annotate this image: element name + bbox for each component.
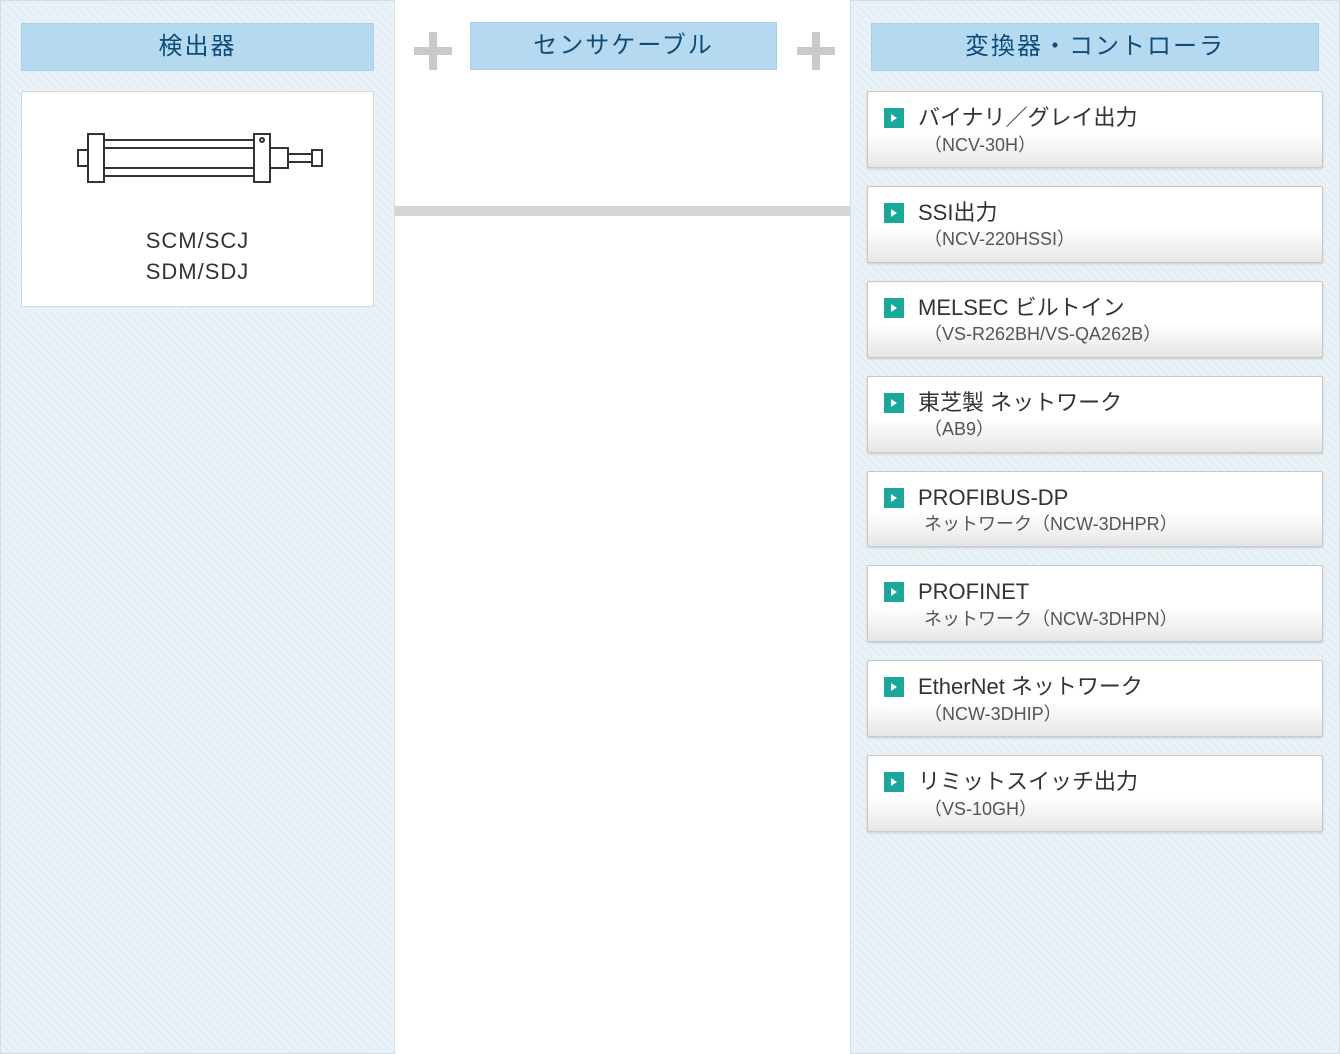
converter-column: 変換器・コントローラ バイナリ／グレイ出力（NCV-30H）SSI出力（NCV-… xyxy=(850,0,1340,1054)
converter-item[interactable]: 東芝製 ネットワーク（AB9） xyxy=(867,376,1323,453)
arrow-right-icon xyxy=(884,677,904,697)
arrow-right-icon xyxy=(884,203,904,223)
converter-item-sub: （VS-10GH） xyxy=(918,798,1308,821)
arrow-right-icon xyxy=(884,772,904,792)
arrow-right-icon xyxy=(884,108,904,128)
detector-column: 検出器 xyxy=(0,0,395,1054)
converter-item[interactable]: PROFIBUS-DPネットワーク（NCW-3DHPR） xyxy=(867,471,1323,548)
converter-item-sub: （NCV-220HSSI） xyxy=(918,228,1308,251)
converter-item-title: PROFINET xyxy=(918,578,1308,606)
detector-card[interactable]: SCM/SCJ SDM/SDJ xyxy=(21,91,374,307)
converter-heading: 変換器・コントローラ xyxy=(871,23,1319,71)
converter-item-title: PROFIBUS-DP xyxy=(918,484,1308,512)
converter-item-title: SSI出力 xyxy=(918,199,1308,227)
connector-bar xyxy=(395,206,850,216)
converter-list: バイナリ／グレイ出力（NCV-30H） SSI出力（NCV-220HSSI） MEL… xyxy=(851,71,1339,832)
converter-item-sub: ネットワーク（NCW-3DHPN） xyxy=(918,608,1308,631)
cable-heading: センサケーブル xyxy=(470,22,777,70)
converter-item[interactable]: リミットスイッチ出力（VS-10GH） xyxy=(867,755,1323,832)
converter-item[interactable]: MELSEC ビルトイン（VS-R262BH/VS-QA262B） xyxy=(867,281,1323,358)
arrow-right-icon xyxy=(884,393,904,413)
converter-item[interactable]: バイナリ／グレイ出力（NCV-30H） xyxy=(867,91,1323,168)
arrow-right-icon xyxy=(884,582,904,602)
arrow-right-icon xyxy=(884,298,904,318)
plus-icon xyxy=(414,32,452,70)
diagram-canvas: 検出器 xyxy=(0,0,1340,1054)
detector-model-line-1: SCM/SCJ xyxy=(32,226,363,257)
cylinder-icon xyxy=(32,118,363,198)
plus-icon xyxy=(797,32,835,70)
converter-item-title: EtherNet ネットワーク xyxy=(918,673,1308,701)
arrow-right-icon xyxy=(884,488,904,508)
detector-model-line-2: SDM/SDJ xyxy=(32,257,363,288)
detector-heading: 検出器 xyxy=(21,23,374,71)
converter-item-sub: （AB9） xyxy=(918,418,1308,441)
converter-item-title: MELSEC ビルトイン xyxy=(918,294,1308,322)
converter-item-sub: （NCW-3DHIP） xyxy=(918,703,1308,726)
converter-item[interactable]: PROFINETネットワーク（NCW-3DHPN） xyxy=(867,565,1323,642)
converter-item-sub: （VS-R262BH/VS-QA262B） xyxy=(918,323,1308,346)
converter-item-title: 東芝製 ネットワーク xyxy=(918,389,1308,417)
converter-item-sub: ネットワーク（NCW-3DHPR） xyxy=(918,513,1308,536)
converter-item-title: リミットスイッチ出力 xyxy=(918,768,1308,796)
converter-item[interactable]: EtherNet ネットワーク（NCW-3DHIP） xyxy=(867,660,1323,737)
converter-item[interactable]: SSI出力（NCV-220HSSI） xyxy=(867,186,1323,263)
converter-item-sub: （NCV-30H） xyxy=(918,134,1308,157)
converter-item-title: バイナリ／グレイ出力 xyxy=(918,104,1308,132)
